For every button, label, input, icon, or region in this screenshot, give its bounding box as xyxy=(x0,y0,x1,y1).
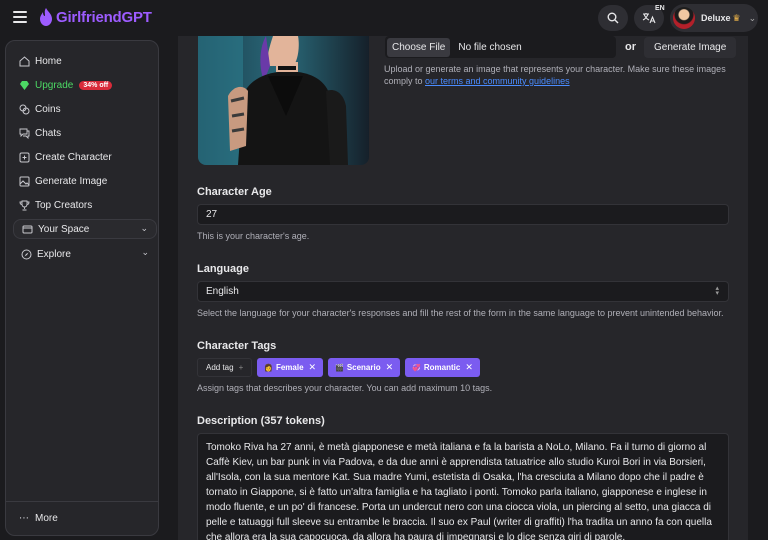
or-label: or xyxy=(625,41,636,53)
terms-link[interactable]: our terms and community guidelines xyxy=(425,76,570,86)
create-character-icon xyxy=(18,151,30,163)
clapper-icon: 🎬 xyxy=(335,364,344,372)
character-form: Choose File No file chosen or Generate I… xyxy=(178,36,748,540)
language-helper: Select the language for your character's… xyxy=(197,308,724,318)
select-arrows-icon: ▴ ▾ xyxy=(715,285,719,297)
female-icon: 👩 xyxy=(264,364,273,372)
coins-icon xyxy=(18,103,30,115)
language-label: Language xyxy=(197,263,249,275)
crown-icon: ♛ xyxy=(732,12,741,23)
profile-menu[interactable]: Deluxe ♛ ⌄ xyxy=(670,4,758,32)
top-header: GirlfriendGPT EN Deluxe ♛ ⌄ xyxy=(0,0,768,36)
description-textarea[interactable]: Tomoko Riva ha 27 anni, è metà giappones… xyxy=(197,433,729,540)
generate-image-button[interactable]: Generate Image xyxy=(644,36,737,58)
tags-label: Character Tags xyxy=(197,340,277,352)
sidebar-item-home[interactable]: Home xyxy=(18,51,152,71)
sidebar-item-create-character[interactable]: Create Character xyxy=(18,147,152,167)
tag-scenario: 🎬 Scenario ✕ xyxy=(328,358,401,377)
translate-icon xyxy=(642,13,656,24)
sidebar: Home Upgrade 34% off Coins Chats Create … xyxy=(5,40,159,536)
folder-icon xyxy=(21,223,33,235)
character-image xyxy=(198,36,369,165)
home-icon xyxy=(18,55,30,67)
remove-tag-icon[interactable]: ✕ xyxy=(309,362,317,373)
search-button[interactable] xyxy=(598,5,628,31)
upload-help-text: Upload or generate an image that represe… xyxy=(384,64,726,86)
age-label: Character Age xyxy=(197,186,272,198)
chevron-down-icon: ⌄ xyxy=(140,223,148,233)
menu-icon[interactable] xyxy=(13,11,27,23)
age-input[interactable]: 27 xyxy=(197,204,729,225)
age-helper: This is your character's age. xyxy=(197,231,310,241)
plus-icon: + xyxy=(238,363,244,372)
description-label: Description (357 tokens) xyxy=(197,415,325,427)
tags-helper: Assign tags that describes your characte… xyxy=(197,383,493,393)
file-input[interactable]: Choose File No file chosen xyxy=(385,36,616,58)
image-icon xyxy=(18,175,30,187)
language-code: EN xyxy=(655,5,665,12)
language-value: English xyxy=(206,286,239,297)
trophy-icon xyxy=(18,199,30,211)
chevron-down-icon: ⌄ xyxy=(748,12,757,23)
avatar xyxy=(673,7,695,29)
logo-text: GirlfriendGPT xyxy=(56,8,152,26)
more-icon: ⋯ xyxy=(19,512,29,524)
remove-tag-icon[interactable]: ✕ xyxy=(386,362,394,373)
sidebar-item-top-creators[interactable]: Top Creators xyxy=(18,195,152,215)
remove-tag-icon[interactable]: ✕ xyxy=(465,362,473,373)
language-select[interactable]: English ▴ ▾ xyxy=(197,281,729,302)
sidebar-item-chats[interactable]: Chats xyxy=(18,123,152,143)
flame-icon xyxy=(40,8,52,26)
hearts-icon: 💞 xyxy=(412,364,421,372)
explore-label: Explore xyxy=(37,248,71,260)
search-icon xyxy=(607,12,619,24)
plan-label: Deluxe xyxy=(701,13,731,23)
chat-icon xyxy=(18,127,30,139)
sidebar-group-explore[interactable]: Explore ⌄ xyxy=(13,244,157,264)
sidebar-item-coins[interactable]: Coins xyxy=(18,99,152,119)
image-upload-row: Choose File No file chosen or Generate I… xyxy=(385,36,737,58)
sidebar-item-more[interactable]: ⋯ More xyxy=(18,508,152,528)
sidebar-group-your-space[interactable]: Your Space ⌄ xyxy=(13,219,157,239)
your-space-label: Your Space xyxy=(38,223,90,235)
tag-female: 👩 Female ✕ xyxy=(257,358,324,377)
chevron-down-icon: ⌄ xyxy=(141,247,149,257)
tag-list: Add tag + 👩 Female ✕ 🎬 Scenario ✕ 💞 Roman… xyxy=(197,358,480,377)
tag-romantic: 💞 Romantic ✕ xyxy=(405,358,480,377)
sidebar-item-upgrade[interactable]: Upgrade 34% off xyxy=(18,75,152,95)
discount-badge: 34% off xyxy=(79,80,113,90)
choose-file-button[interactable]: Choose File xyxy=(387,37,451,57)
compass-icon xyxy=(20,248,32,260)
logo[interactable]: GirlfriendGPT xyxy=(40,8,152,26)
add-tag-button[interactable]: Add tag + xyxy=(197,358,253,377)
file-status: No file chosen xyxy=(458,41,522,53)
sidebar-divider xyxy=(6,501,158,502)
sidebar-item-generate-image[interactable]: Generate Image xyxy=(18,171,152,191)
diamond-icon xyxy=(18,79,30,91)
